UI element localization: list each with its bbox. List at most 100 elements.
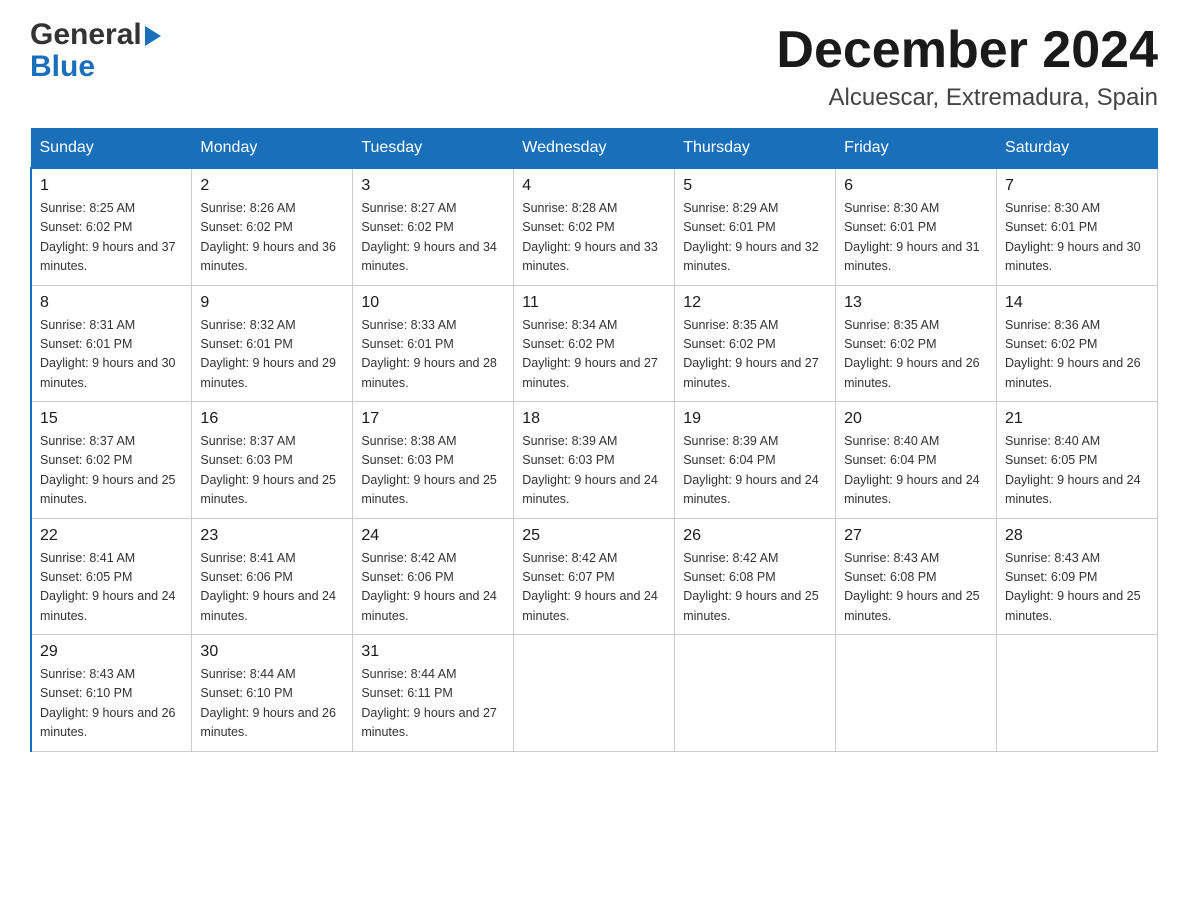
table-row: 29 Sunrise: 8:43 AMSunset: 6:10 PMDaylig…: [31, 635, 192, 752]
logo: General Blue: [30, 20, 161, 82]
day-number: 5: [683, 177, 827, 195]
calendar-header-row: Sunday Monday Tuesday Wednesday Thursday…: [31, 129, 1158, 169]
table-row: 30 Sunrise: 8:44 AMSunset: 6:10 PMDaylig…: [192, 635, 353, 752]
table-row: 10 Sunrise: 8:33 AMSunset: 6:01 PMDaylig…: [353, 285, 514, 402]
table-row: 24 Sunrise: 8:42 AMSunset: 6:06 PMDaylig…: [353, 518, 514, 635]
day-number: 27: [844, 527, 988, 545]
table-row: 15 Sunrise: 8:37 AMSunset: 6:02 PMDaylig…: [31, 402, 192, 519]
logo-blue-text: Blue: [30, 52, 95, 82]
table-row: 19 Sunrise: 8:39 AMSunset: 6:04 PMDaylig…: [675, 402, 836, 519]
day-info: Sunrise: 8:41 AMSunset: 6:06 PMDaylight:…: [200, 549, 344, 627]
day-info: Sunrise: 8:26 AMSunset: 6:02 PMDaylight:…: [200, 199, 344, 277]
table-row: 28 Sunrise: 8:43 AMSunset: 6:09 PMDaylig…: [997, 518, 1158, 635]
header-saturday: Saturday: [997, 129, 1158, 169]
table-row: 18 Sunrise: 8:39 AMSunset: 6:03 PMDaylig…: [514, 402, 675, 519]
table-row: 17 Sunrise: 8:38 AMSunset: 6:03 PMDaylig…: [353, 402, 514, 519]
table-row: 20 Sunrise: 8:40 AMSunset: 6:04 PMDaylig…: [836, 402, 997, 519]
day-info: Sunrise: 8:40 AMSunset: 6:05 PMDaylight:…: [1005, 432, 1149, 510]
table-row: 9 Sunrise: 8:32 AMSunset: 6:01 PMDayligh…: [192, 285, 353, 402]
day-info: Sunrise: 8:37 AMSunset: 6:02 PMDaylight:…: [40, 432, 183, 510]
day-number: 8: [40, 294, 183, 312]
day-info: Sunrise: 8:30 AMSunset: 6:01 PMDaylight:…: [844, 199, 988, 277]
day-number: 13: [844, 294, 988, 312]
day-number: 28: [1005, 527, 1149, 545]
day-number: 25: [522, 527, 666, 545]
day-info: Sunrise: 8:32 AMSunset: 6:01 PMDaylight:…: [200, 316, 344, 394]
day-number: 22: [40, 527, 183, 545]
table-row: 4 Sunrise: 8:28 AMSunset: 6:02 PMDayligh…: [514, 168, 675, 285]
day-number: 20: [844, 410, 988, 428]
calendar-week-row: 8 Sunrise: 8:31 AMSunset: 6:01 PMDayligh…: [31, 285, 1158, 402]
calendar-week-row: 29 Sunrise: 8:43 AMSunset: 6:10 PMDaylig…: [31, 635, 1158, 752]
logo-arrow-icon: [145, 26, 161, 46]
day-number: 15: [40, 410, 183, 428]
table-row: [675, 635, 836, 752]
table-row: 27 Sunrise: 8:43 AMSunset: 6:08 PMDaylig…: [836, 518, 997, 635]
calendar-title: December 2024: [776, 20, 1158, 80]
day-info: Sunrise: 8:42 AMSunset: 6:07 PMDaylight:…: [522, 549, 666, 627]
day-number: 6: [844, 177, 988, 195]
table-row: [836, 635, 997, 752]
day-info: Sunrise: 8:37 AMSunset: 6:03 PMDaylight:…: [200, 432, 344, 510]
calendar-week-row: 1 Sunrise: 8:25 AMSunset: 6:02 PMDayligh…: [31, 168, 1158, 285]
table-row: 8 Sunrise: 8:31 AMSunset: 6:01 PMDayligh…: [31, 285, 192, 402]
day-info: Sunrise: 8:39 AMSunset: 6:03 PMDaylight:…: [522, 432, 666, 510]
table-row: 2 Sunrise: 8:26 AMSunset: 6:02 PMDayligh…: [192, 168, 353, 285]
table-row: 31 Sunrise: 8:44 AMSunset: 6:11 PMDaylig…: [353, 635, 514, 752]
calendar-table: Sunday Monday Tuesday Wednesday Thursday…: [30, 128, 1158, 752]
table-row: 13 Sunrise: 8:35 AMSunset: 6:02 PMDaylig…: [836, 285, 997, 402]
day-info: Sunrise: 8:27 AMSunset: 6:02 PMDaylight:…: [361, 199, 505, 277]
day-number: 24: [361, 527, 505, 545]
header-tuesday: Tuesday: [353, 129, 514, 169]
day-number: 10: [361, 294, 505, 312]
day-number: 7: [1005, 177, 1149, 195]
day-number: 2: [200, 177, 344, 195]
table-row: 25 Sunrise: 8:42 AMSunset: 6:07 PMDaylig…: [514, 518, 675, 635]
day-number: 30: [200, 643, 344, 661]
day-number: 19: [683, 410, 827, 428]
day-number: 26: [683, 527, 827, 545]
calendar-week-row: 15 Sunrise: 8:37 AMSunset: 6:02 PMDaylig…: [31, 402, 1158, 519]
day-number: 18: [522, 410, 666, 428]
header-thursday: Thursday: [675, 129, 836, 169]
day-number: 29: [40, 643, 183, 661]
table-row: 5 Sunrise: 8:29 AMSunset: 6:01 PMDayligh…: [675, 168, 836, 285]
table-row: 14 Sunrise: 8:36 AMSunset: 6:02 PMDaylig…: [997, 285, 1158, 402]
day-number: 11: [522, 294, 666, 312]
day-number: 16: [200, 410, 344, 428]
day-info: Sunrise: 8:31 AMSunset: 6:01 PMDaylight:…: [40, 316, 183, 394]
day-number: 23: [200, 527, 344, 545]
header-sunday: Sunday: [31, 129, 192, 169]
day-info: Sunrise: 8:34 AMSunset: 6:02 PMDaylight:…: [522, 316, 666, 394]
table-row: 21 Sunrise: 8:40 AMSunset: 6:05 PMDaylig…: [997, 402, 1158, 519]
header-monday: Monday: [192, 129, 353, 169]
day-number: 4: [522, 177, 666, 195]
day-info: Sunrise: 8:43 AMSunset: 6:08 PMDaylight:…: [844, 549, 988, 627]
day-info: Sunrise: 8:43 AMSunset: 6:09 PMDaylight:…: [1005, 549, 1149, 627]
calendar-week-row: 22 Sunrise: 8:41 AMSunset: 6:05 PMDaylig…: [31, 518, 1158, 635]
day-info: Sunrise: 8:44 AMSunset: 6:10 PMDaylight:…: [200, 665, 344, 743]
table-row: 6 Sunrise: 8:30 AMSunset: 6:01 PMDayligh…: [836, 168, 997, 285]
day-info: Sunrise: 8:36 AMSunset: 6:02 PMDaylight:…: [1005, 316, 1149, 394]
title-section: December 2024 Alcuescar, Extremadura, Sp…: [776, 20, 1158, 112]
day-info: Sunrise: 8:35 AMSunset: 6:02 PMDaylight:…: [844, 316, 988, 394]
table-row: 26 Sunrise: 8:42 AMSunset: 6:08 PMDaylig…: [675, 518, 836, 635]
table-row: [997, 635, 1158, 752]
day-number: 1: [40, 177, 183, 195]
header-friday: Friday: [836, 129, 997, 169]
day-info: Sunrise: 8:40 AMSunset: 6:04 PMDaylight:…: [844, 432, 988, 510]
day-info: Sunrise: 8:30 AMSunset: 6:01 PMDaylight:…: [1005, 199, 1149, 277]
table-row: 1 Sunrise: 8:25 AMSunset: 6:02 PMDayligh…: [31, 168, 192, 285]
day-number: 9: [200, 294, 344, 312]
day-info: Sunrise: 8:42 AMSunset: 6:06 PMDaylight:…: [361, 549, 505, 627]
day-info: Sunrise: 8:44 AMSunset: 6:11 PMDaylight:…: [361, 665, 505, 743]
calendar-location: Alcuescar, Extremadura, Spain: [776, 84, 1158, 112]
table-row: 23 Sunrise: 8:41 AMSunset: 6:06 PMDaylig…: [192, 518, 353, 635]
day-info: Sunrise: 8:42 AMSunset: 6:08 PMDaylight:…: [683, 549, 827, 627]
day-info: Sunrise: 8:29 AMSunset: 6:01 PMDaylight:…: [683, 199, 827, 277]
table-row: 16 Sunrise: 8:37 AMSunset: 6:03 PMDaylig…: [192, 402, 353, 519]
day-number: 14: [1005, 294, 1149, 312]
table-row: [514, 635, 675, 752]
day-info: Sunrise: 8:35 AMSunset: 6:02 PMDaylight:…: [683, 316, 827, 394]
day-info: Sunrise: 8:41 AMSunset: 6:05 PMDaylight:…: [40, 549, 183, 627]
